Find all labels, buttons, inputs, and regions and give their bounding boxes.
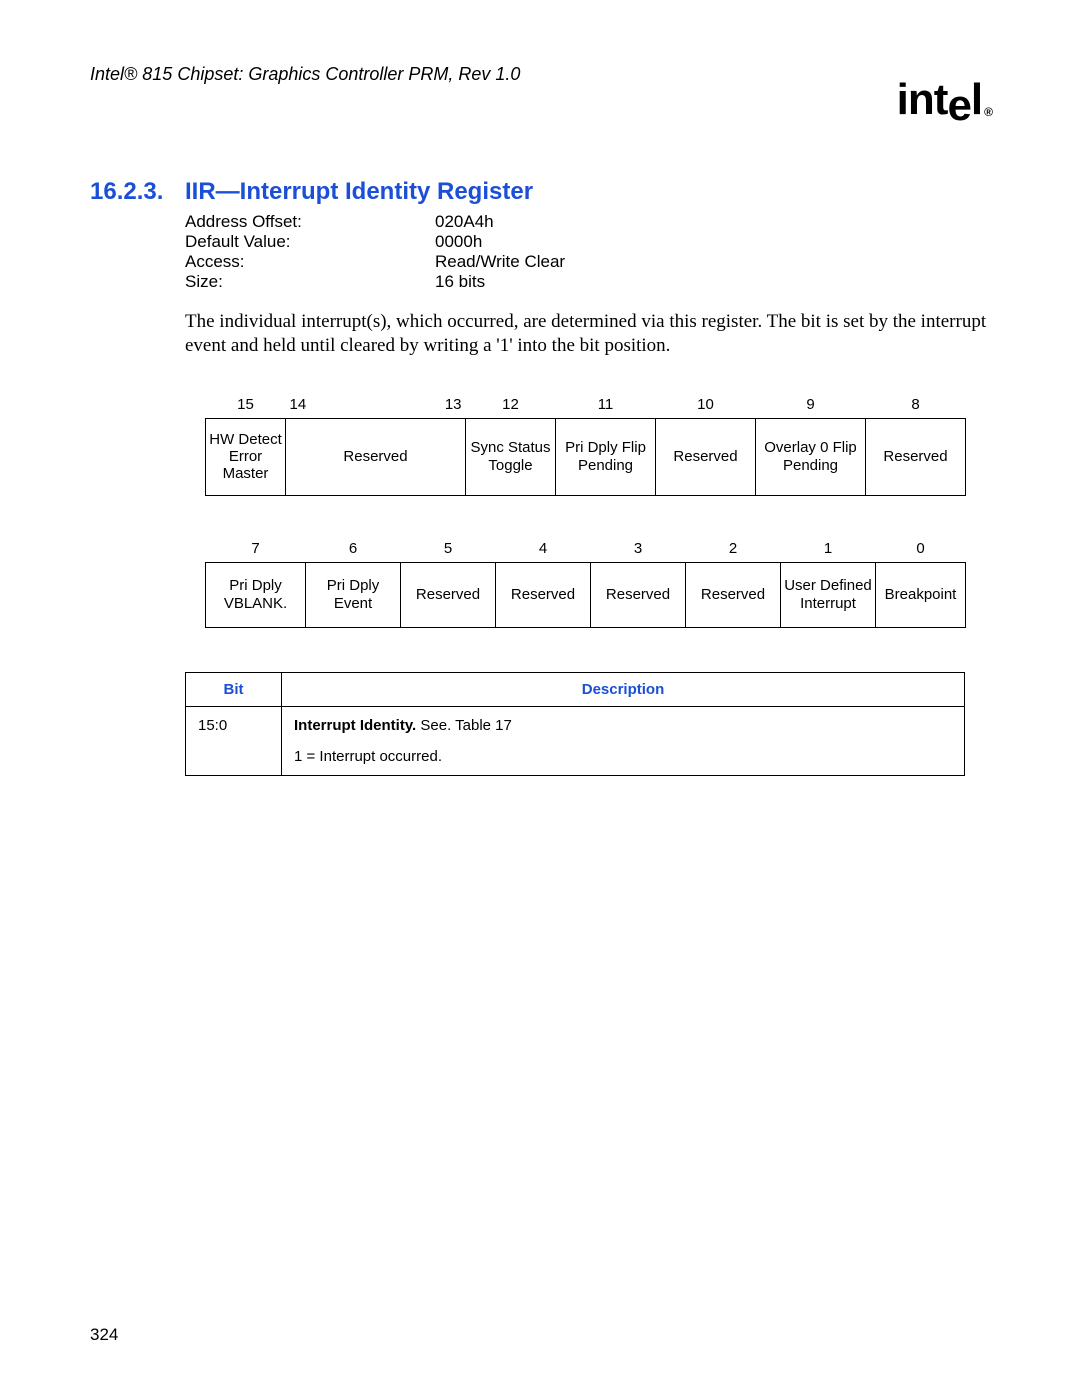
desc-row-bold: Interrupt Identity. xyxy=(294,717,416,734)
bit-num: 10 xyxy=(656,392,756,419)
prop-value-size: 16 bits xyxy=(435,272,485,292)
section-title: IIR—Interrupt Identity Register xyxy=(185,178,533,206)
prop-label-default-value: Default Value: xyxy=(185,232,435,252)
bit-num: 7 xyxy=(206,536,306,563)
bit-cell: Pri Dply Flip Pending xyxy=(556,418,656,495)
bit-cell: Reserved xyxy=(866,418,966,495)
bit-cell: Reserved xyxy=(496,562,591,627)
bit-num: 4 xyxy=(496,536,591,563)
bit-cell: Pri Dply Event xyxy=(306,562,401,627)
bit-cell: Reserved xyxy=(686,562,781,627)
bit-num: 9 xyxy=(756,392,866,419)
bit-cell: User Defined Interrupt xyxy=(781,562,876,627)
bit-cell: Reserved xyxy=(286,418,466,495)
section-number: 16.2.3. xyxy=(90,178,185,206)
prop-value-default-value: 0000h xyxy=(435,232,482,252)
desc-row-subline: 1 = Interrupt occurred. xyxy=(294,748,952,765)
bit-num: 14 xyxy=(286,392,376,419)
prop-label-size: Size: xyxy=(185,272,435,292)
desc-table-header-bit: Bit xyxy=(186,672,282,706)
prop-label-address-offset: Address Offset: xyxy=(185,212,435,232)
bit-cell: Breakpoint xyxy=(876,562,966,627)
intel-logo: intel® xyxy=(897,78,990,122)
bit-cell: Sync Status Toggle xyxy=(466,418,556,495)
bitfield-high: 15 14 13 12 11 10 9 8 HW Detect Error Ma… xyxy=(205,392,990,496)
description-paragraph: The individual interrupt(s), which occur… xyxy=(185,310,990,358)
register-properties: Address Offset: 020A4h Default Value: 00… xyxy=(185,212,990,292)
bit-num: 2 xyxy=(686,536,781,563)
prop-value-address-offset: 020A4h xyxy=(435,212,494,232)
description-table: Bit Description 15:0 Interrupt Identity.… xyxy=(185,672,990,776)
page-number: 324 xyxy=(90,1325,118,1345)
desc-table-header-description: Description xyxy=(282,672,965,706)
prop-value-access: Read/Write Clear xyxy=(435,252,565,272)
desc-row-rest: See. Table 17 xyxy=(416,717,512,734)
bit-num: 3 xyxy=(591,536,686,563)
bit-cell: Pri Dply VBLANK. xyxy=(206,562,306,627)
bit-num: 8 xyxy=(866,392,966,419)
desc-row-description: Interrupt Identity. See. Table 17 1 = In… xyxy=(282,706,965,775)
bit-cell: Overlay 0 Flip Pending xyxy=(756,418,866,495)
bit-num: 5 xyxy=(401,536,496,563)
desc-row-bit: 15:0 xyxy=(186,706,282,775)
bit-num: 12 xyxy=(466,392,556,419)
bit-cell: Reserved xyxy=(656,418,756,495)
bit-num: 11 xyxy=(556,392,656,419)
bit-num: 15 xyxy=(206,392,286,419)
bit-cell: Reserved xyxy=(401,562,496,627)
prop-label-access: Access: xyxy=(185,252,435,272)
bit-num: 0 xyxy=(876,536,966,563)
bitfield-low: 7 6 5 4 3 2 1 0 Pri Dply VBLANK. Pri Dpl… xyxy=(205,536,990,628)
bit-cell: Reserved xyxy=(591,562,686,627)
bit-cell: HW Detect Error Master xyxy=(206,418,286,495)
bit-num: 13 xyxy=(376,392,466,419)
doc-header-title: Intel® 815 Chipset: Graphics Controller … xyxy=(90,64,520,85)
bit-num: 1 xyxy=(781,536,876,563)
bit-num: 6 xyxy=(306,536,401,563)
